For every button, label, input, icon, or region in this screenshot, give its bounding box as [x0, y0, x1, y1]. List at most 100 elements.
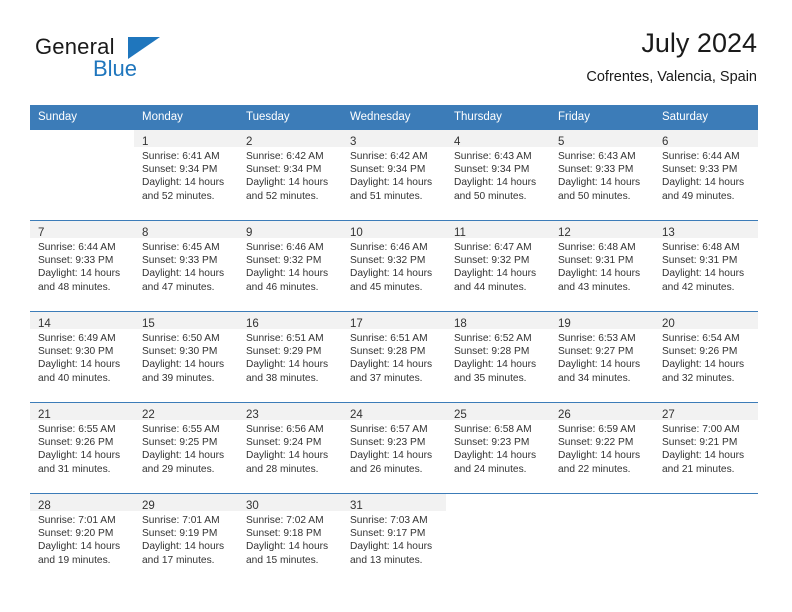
calendar-day-cell[interactable]: 11 Sunrise: 6:47 AM Sunset: 9:32 PM Dayligh… [446, 220, 550, 312]
day-number: 27 [662, 409, 675, 421]
weekday-header-saturday: Saturday [654, 105, 758, 130]
sunset-text: Sunset: 9:33 PM [558, 164, 634, 176]
sunset-text: Sunset: 9:22 PM [558, 437, 634, 449]
daylight-text-line2: and 47 minutes. [142, 281, 215, 293]
calendar-day-cell[interactable]: 3 Sunrise: 6:42 AM Sunset: 9:34 PM Daylight… [342, 129, 446, 221]
day-number-band: 18 [446, 312, 550, 330]
day-number-band: 9 [238, 221, 342, 239]
calendar-day-cell[interactable]: 16 Sunrise: 6:51 AM Sunset: 9:29 PM Dayligh… [238, 311, 342, 403]
daylight-text-line2: and 15 minutes. [246, 554, 319, 566]
daylight-text-line1: Daylight: 14 hours [246, 450, 329, 462]
day-detail-block [550, 511, 654, 514]
sunset-text: Sunset: 9:17 PM [350, 528, 426, 540]
daylight-text-line1: Daylight: 14 hours [454, 177, 537, 189]
calendar-day-cell[interactable]: 21 Sunrise: 6:55 AM Sunset: 9:26 PM Dayligh… [30, 402, 134, 494]
sunset-text: Sunset: 9:27 PM [558, 346, 634, 358]
day-detail-block: Sunrise: 7:03 AM Sunset: 9:17 PM Daylight:… [342, 511, 446, 567]
daylight-text-line1: Daylight: 14 hours [662, 359, 745, 371]
daylight-text-line1: Daylight: 14 hours [142, 359, 225, 371]
page-subtitle: Cofrentes, Valencia, Spain [586, 69, 757, 85]
sunrise-text: Sunrise: 6:53 AM [558, 333, 636, 344]
day-detail-block: Sunrise: 6:45 AM Sunset: 9:33 PM Daylight:… [134, 238, 238, 294]
calendar-day-cell[interactable]: 13 Sunrise: 6:48 AM Sunset: 9:31 PM Dayligh… [654, 220, 758, 312]
day-detail-block: Sunrise: 7:00 AM Sunset: 9:21 PM Daylight:… [654, 420, 758, 476]
calendar-day-cell[interactable]: 2 Sunrise: 6:42 AM Sunset: 9:34 PM Daylight… [238, 129, 342, 221]
calendar-day-cell[interactable]: 8 Sunrise: 6:45 AM Sunset: 9:33 PM Daylight… [134, 220, 238, 312]
calendar-day-cell[interactable]: 14 Sunrise: 6:49 AM Sunset: 9:30 PM Dayligh… [30, 311, 134, 403]
calendar-day-cell[interactable]: 23 Sunrise: 6:56 AM Sunset: 9:24 PM Dayligh… [238, 402, 342, 494]
sunset-text: Sunset: 9:34 PM [142, 164, 218, 176]
daylight-text-line2: and 34 minutes. [558, 372, 631, 384]
daylight-text-line1: Daylight: 14 hours [454, 268, 537, 280]
sunset-text: Sunset: 9:32 PM [454, 255, 530, 267]
day-number: 24 [350, 409, 363, 421]
calendar-day-cell[interactable]: 7 Sunrise: 6:44 AM Sunset: 9:33 PM Daylight… [30, 220, 134, 312]
calendar-day-cell[interactable]: 6 Sunrise: 6:44 AM Sunset: 9:33 PM Daylight… [654, 129, 758, 221]
day-number-band: 29 [134, 494, 238, 512]
sunset-text: Sunset: 9:23 PM [454, 437, 530, 449]
day-number: 4 [454, 136, 461, 148]
calendar-day-cell[interactable]: 26 Sunrise: 6:59 AM Sunset: 9:22 PM Dayligh… [550, 402, 654, 494]
calendar-day-cell[interactable]: 9 Sunrise: 6:46 AM Sunset: 9:32 PM Daylight… [238, 220, 342, 312]
calendar-day-cell[interactable]: 12 Sunrise: 6:48 AM Sunset: 9:31 PM Dayligh… [550, 220, 654, 312]
day-number-band: 30 [238, 494, 342, 512]
daylight-text-line2: and 31 minutes. [38, 463, 111, 475]
sunrise-text: Sunrise: 6:54 AM [662, 333, 740, 344]
calendar-day-cell[interactable]: 29 Sunrise: 7:01 AM Sunset: 9:19 PM Dayligh… [134, 493, 238, 584]
daylight-text-line1: Daylight: 14 hours [558, 177, 641, 189]
calendar-day-cell[interactable]: 18 Sunrise: 6:52 AM Sunset: 9:28 PM Dayligh… [446, 311, 550, 403]
calendar-day-cell[interactable]: 22 Sunrise: 6:55 AM Sunset: 9:25 PM Dayligh… [134, 402, 238, 494]
calendar-day-cell[interactable]: 27 Sunrise: 7:00 AM Sunset: 9:21 PM Dayligh… [654, 402, 758, 494]
sunset-text: Sunset: 9:24 PM [246, 437, 322, 449]
daylight-text-line2: and 50 minutes. [454, 190, 527, 202]
daylight-text-line1: Daylight: 14 hours [350, 268, 433, 280]
sunrise-text: Sunrise: 6:59 AM [558, 424, 636, 435]
sunrise-text: Sunrise: 6:44 AM [38, 242, 116, 253]
day-detail-block: Sunrise: 6:42 AM Sunset: 9:34 PM Daylight:… [342, 147, 446, 203]
daylight-text-line1: Daylight: 14 hours [558, 450, 641, 462]
day-number: 14 [38, 318, 51, 330]
calendar-day-cell[interactable]: 5 Sunrise: 6:43 AM Sunset: 9:33 PM Daylight… [550, 129, 654, 221]
daylight-text-line1: Daylight: 14 hours [662, 450, 745, 462]
day-detail-block: Sunrise: 6:42 AM Sunset: 9:34 PM Daylight:… [238, 147, 342, 203]
calendar-day-cell[interactable]: 19 Sunrise: 6:53 AM Sunset: 9:27 PM Dayligh… [550, 311, 654, 403]
sunset-text: Sunset: 9:19 PM [142, 528, 218, 540]
day-detail-block: Sunrise: 7:01 AM Sunset: 9:19 PM Daylight:… [134, 511, 238, 567]
day-number-band: 11 [446, 221, 550, 239]
day-detail-block: Sunrise: 6:47 AM Sunset: 9:32 PM Daylight:… [446, 238, 550, 294]
calendar-day-cell[interactable]: 31 Sunrise: 7:03 AM Sunset: 9:17 PM Dayligh… [342, 493, 446, 584]
day-number-band: 7 [30, 221, 134, 239]
daylight-text-line1: Daylight: 14 hours [142, 541, 225, 553]
day-number: 1 [142, 136, 149, 148]
general-blue-logo[interactable]: General Blue [35, 34, 235, 90]
calendar-day-cell[interactable]: 25 Sunrise: 6:58 AM Sunset: 9:23 PM Dayligh… [446, 402, 550, 494]
daylight-text-line2: and 51 minutes. [350, 190, 423, 202]
calendar-cell-empty [550, 493, 654, 584]
calendar-day-cell[interactable]: 30 Sunrise: 7:02 AM Sunset: 9:18 PM Dayligh… [238, 493, 342, 584]
sunrise-text: Sunrise: 6:52 AM [454, 333, 532, 344]
calendar-day-cell[interactable]: 1 Sunrise: 6:41 AM Sunset: 9:34 PM Daylight… [134, 129, 238, 221]
sunset-text: Sunset: 9:33 PM [142, 255, 218, 267]
day-number-band: 22 [134, 403, 238, 421]
calendar-day-cell[interactable]: 4 Sunrise: 6:43 AM Sunset: 9:34 PM Daylight… [446, 129, 550, 221]
day-number: 7 [38, 227, 45, 239]
daylight-text-line2: and 21 minutes. [662, 463, 735, 475]
daylight-text-line1: Daylight: 14 hours [38, 541, 121, 553]
calendar-day-cell[interactable]: 15 Sunrise: 6:50 AM Sunset: 9:30 PM Dayligh… [134, 311, 238, 403]
calendar-day-cell[interactable]: 10 Sunrise: 6:46 AM Sunset: 9:32 PM Dayligh… [342, 220, 446, 312]
day-number: 20 [662, 318, 675, 330]
day-number-band: 26 [550, 403, 654, 421]
daylight-text-line1: Daylight: 14 hours [558, 359, 641, 371]
day-detail-block: Sunrise: 6:43 AM Sunset: 9:34 PM Daylight:… [446, 147, 550, 203]
calendar-day-cell[interactable]: 20 Sunrise: 6:54 AM Sunset: 9:26 PM Dayligh… [654, 311, 758, 403]
day-detail-block: Sunrise: 6:56 AM Sunset: 9:24 PM Daylight:… [238, 420, 342, 476]
calendar-day-cell[interactable]: 24 Sunrise: 6:57 AM Sunset: 9:23 PM Dayligh… [342, 402, 446, 494]
daylight-text-line1: Daylight: 14 hours [454, 450, 537, 462]
daylight-text-line2: and 22 minutes. [558, 463, 631, 475]
calendar-day-cell[interactable]: 17 Sunrise: 6:51 AM Sunset: 9:28 PM Dayligh… [342, 311, 446, 403]
calendar-day-cell[interactable]: 28 Sunrise: 7:01 AM Sunset: 9:20 PM Dayligh… [30, 493, 134, 584]
day-number: 13 [662, 227, 675, 239]
day-number: 25 [454, 409, 467, 421]
day-detail-block: Sunrise: 6:49 AM Sunset: 9:30 PM Daylight:… [30, 329, 134, 385]
day-number: 16 [246, 318, 259, 330]
